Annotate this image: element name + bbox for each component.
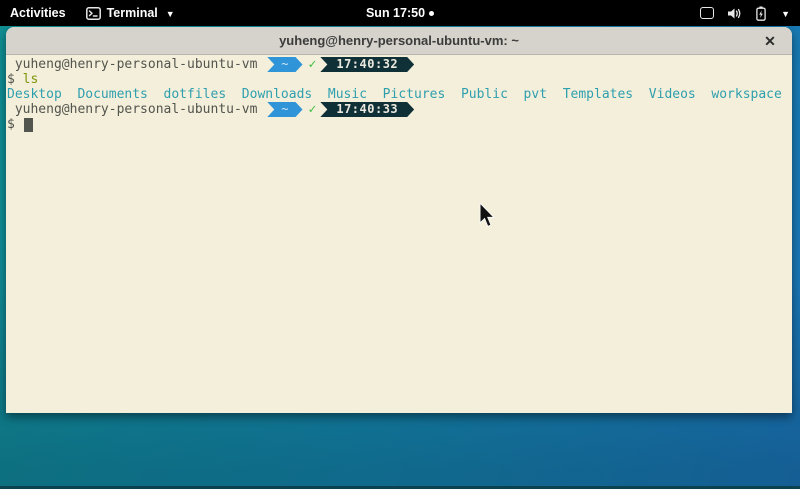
cwd-segment: ~	[267, 57, 302, 72]
battery-charging-icon[interactable]	[756, 6, 766, 21]
time-segment: 17:40:32	[320, 57, 414, 72]
window-titlebar[interactable]: yuheng@henry-personal-ubuntu-vm: ~ ✕	[6, 27, 792, 55]
volume-icon[interactable]	[727, 7, 743, 20]
app-menu-label: Terminal	[107, 6, 158, 20]
clock-menu[interactable]: Sun 17:50	[366, 6, 434, 20]
ls-output-line: Desktop Documents dotfiles Downloads Mus…	[7, 87, 792, 102]
typed-command: ls	[23, 72, 39, 87]
prompt-symbol: $	[7, 72, 23, 87]
close-button[interactable]: ✕	[758, 27, 782, 55]
status-check-icon: ✓	[309, 57, 317, 72]
prompt-user-host: yuheng@henry-personal-ubuntu-vm	[7, 57, 265, 72]
clock-label: Sun 17:50	[366, 6, 425, 20]
chevron-down-icon: ▼	[166, 9, 175, 19]
prompt-symbol: $	[7, 117, 23, 132]
top-bar: Activities Terminal ▼ Sun 17:50	[0, 0, 800, 26]
directory-list: Desktop Documents dotfiles Downloads Mus…	[7, 87, 782, 102]
terminal-cursor	[24, 118, 33, 132]
prompt-user-host: yuheng@henry-personal-ubuntu-vm	[7, 102, 265, 117]
cwd-segment: ~	[267, 102, 302, 117]
input-line: $	[7, 117, 792, 132]
system-status-area[interactable]: ▼	[700, 6, 790, 21]
terminal-icon	[86, 7, 101, 20]
prompt-line-1: yuheng@henry-personal-ubuntu-vm ~ ✓ 17:4…	[7, 57, 792, 72]
window-title: yuheng@henry-personal-ubuntu-vm: ~	[279, 33, 519, 48]
notification-dot	[429, 11, 434, 16]
time-segment: 17:40:33	[320, 102, 414, 117]
activities-button[interactable]: Activities	[10, 6, 66, 20]
status-check-icon: ✓	[309, 102, 317, 117]
system-menu-chevron-icon[interactable]: ▼	[781, 9, 790, 19]
desktop: Activities Terminal ▼ Sun 17:50	[0, 0, 800, 489]
terminal-window: yuheng@henry-personal-ubuntu-vm: ~ ✕ yuh…	[6, 27, 792, 413]
app-menu-terminal[interactable]: Terminal ▼	[86, 6, 175, 20]
prompt-line-2: yuheng@henry-personal-ubuntu-vm ~ ✓ 17:4…	[7, 102, 792, 117]
terminal-content[interactable]: yuheng@henry-personal-ubuntu-vm ~ ✓ 17:4…	[6, 55, 792, 412]
screen-icon[interactable]	[700, 7, 714, 19]
command-line: $ ls	[7, 72, 792, 87]
